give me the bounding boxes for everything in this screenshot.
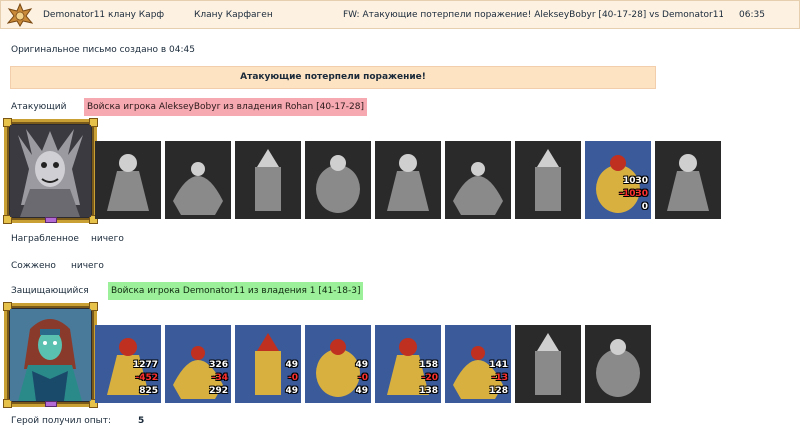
plundered-row: Награбленное ничего xyxy=(11,234,124,244)
crossbowman-unit-icon[interactable]: 158 -20 138 xyxy=(375,325,441,403)
unit-count-total: 326 xyxy=(209,360,228,370)
original-created-note: Оригинальное письмо создано в 04:45 xyxy=(11,45,195,55)
mage-unit-icon[interactable]: 141 -13 128 xyxy=(445,325,511,403)
battle-result-banner: Атакующие потерпели поражение! xyxy=(10,66,656,89)
burned-value: ничего xyxy=(71,261,104,271)
unit-count-total: 49 xyxy=(355,360,368,370)
defender-army-tag[interactable]: Войска игрока Demonator11 из владения 1 … xyxy=(108,282,364,300)
attacker-label: Атакующий xyxy=(11,102,67,112)
message-recipient: Клану Карфаген xyxy=(194,10,273,20)
unit-count-lost: -0 xyxy=(358,373,368,383)
unit-count-total: 1030 xyxy=(622,176,648,186)
skeleton-warrior-unit-icon[interactable] xyxy=(165,141,231,219)
plundered-value: ничего xyxy=(91,234,124,244)
golden-archer-unit-icon[interactable]: 326 -34 292 xyxy=(165,325,231,403)
burned-row: Сожжено ничего xyxy=(11,261,104,271)
green-elf-hero-icon xyxy=(10,309,91,401)
unit-count-total: 141 xyxy=(489,360,508,370)
unit-count-lost: -34 xyxy=(211,373,228,383)
attacker-army-tag[interactable]: Войска игрока AlekseyBobyr из владения R… xyxy=(84,98,367,116)
cavalry-unit-icon[interactable]: 49 -0 49 xyxy=(235,325,301,403)
experience-label: Герой получил опыт: xyxy=(11,416,111,426)
pegasus-unit-icon[interactable]: 49 -0 49 xyxy=(305,325,371,403)
unit-count-remaining: 825 xyxy=(139,386,158,396)
defender-label: Защищающийся xyxy=(11,286,89,296)
frame-gem xyxy=(45,401,57,407)
experience-value: 5 xyxy=(138,416,145,426)
burned-label: Сожжено xyxy=(11,261,56,271)
bone-dragon-unit-icon[interactable] xyxy=(95,141,161,219)
peasant-cart-unit-icon[interactable]: 1277 -452 825 xyxy=(95,325,161,403)
wraith-unit-icon[interactable] xyxy=(655,141,721,219)
unit-count-lost: -452 xyxy=(135,373,158,383)
frame-gem xyxy=(45,217,57,223)
unit-count-total: 158 xyxy=(419,360,438,370)
unit-count-remaining: 292 xyxy=(209,386,228,396)
castle-emblem-icon xyxy=(7,3,33,27)
zombie-unit-icon[interactable] xyxy=(235,141,301,219)
message-time: 06:35 xyxy=(739,10,765,20)
dark-demon-hero-icon xyxy=(10,125,91,217)
unit-count-remaining: 49 xyxy=(285,386,298,396)
message-header-bar[interactable]: Demonator11 клану Карф Клану Карфаген FW… xyxy=(0,0,800,29)
unit-count-total: 1277 xyxy=(132,360,158,370)
unit-count-lost: -20 xyxy=(421,373,438,383)
unit-count-remaining: 138 xyxy=(419,386,438,396)
unit-count-remaining: 128 xyxy=(489,386,508,396)
unit-count-total: 49 xyxy=(285,360,298,370)
message-sender[interactable]: Demonator11 клану Карф xyxy=(43,10,164,20)
plundered-label: Награбленное xyxy=(11,234,79,244)
unit-count-lost: -13 xyxy=(491,373,508,383)
archangel-unit-icon[interactable] xyxy=(585,325,651,403)
unit-count-lost: -1030 xyxy=(619,189,648,199)
unit-count-remaining: 49 xyxy=(355,386,368,396)
message-subject[interactable]: FW: Атакующие потерпели поражение! Aleks… xyxy=(343,10,723,20)
gargoyle-unit-icon[interactable] xyxy=(375,141,441,219)
shadow-beast-unit-icon[interactable] xyxy=(445,141,511,219)
unit-count-lost: -0 xyxy=(288,373,298,383)
ghoul-unit-icon[interactable] xyxy=(515,141,581,219)
attacker-hero-portrait[interactable] xyxy=(3,118,98,224)
defender-hero-portrait[interactable] xyxy=(3,302,98,408)
unit-count-remaining: 0 xyxy=(641,202,648,212)
knight-unit-icon[interactable] xyxy=(515,325,581,403)
fire-demon-unit-icon[interactable]: 1030 -1030 0 xyxy=(585,141,651,219)
ghost-unit-icon[interactable] xyxy=(305,141,371,219)
